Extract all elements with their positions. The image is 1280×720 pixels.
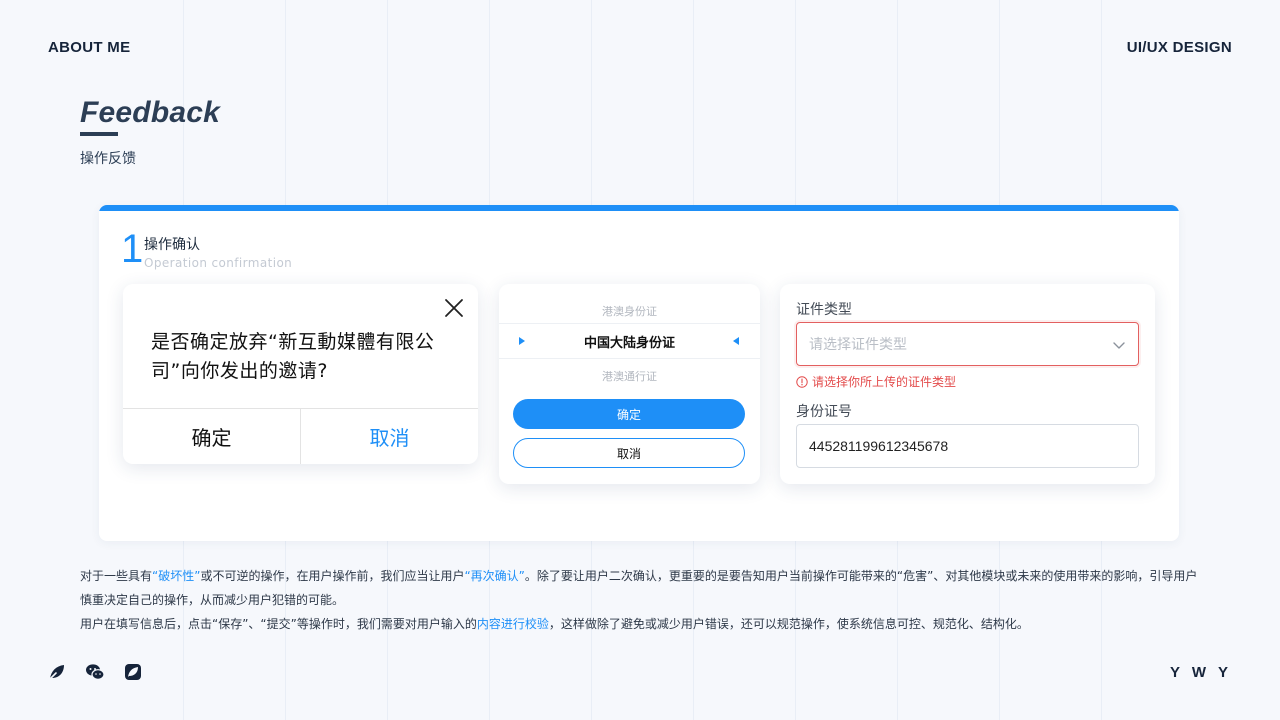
- id-type-picker: 港澳身份证 中国大陆身份证 港澳通行证 确定 取消: [499, 284, 760, 484]
- picker-cancel-button[interactable]: 取消: [513, 438, 745, 468]
- id-type-select[interactable]: 请选择证件类型: [796, 322, 1139, 366]
- id-type-placeholder: 请选择证件类型: [809, 337, 907, 353]
- social-links: [47, 662, 143, 682]
- card-accent-bar: [99, 205, 1179, 211]
- id-type-label: 证件类型: [796, 302, 852, 318]
- id-type-error: 请选择你所上传的证件类型: [796, 373, 956, 390]
- picker-selected-option[interactable]: 中国大陆身份证: [499, 323, 760, 359]
- wechat-icon[interactable]: [85, 662, 105, 682]
- desc-text: 用户在填写信息后，点击“保存”、“提交”等操作时，我们需要对用户输入的: [80, 617, 477, 631]
- leaf-badge-icon[interactable]: [123, 662, 143, 682]
- chevron-down-icon: [1113, 342, 1125, 349]
- picker-option[interactable]: 港澳通行证: [499, 368, 760, 384]
- desc-text: 对于一些具有: [80, 569, 153, 583]
- page-subtitle: 操作反馈: [80, 151, 136, 167]
- confirm-dialog: 是否确定放弃“新互動媒體有限公司”向你发出的邀请? 确定 取消: [123, 284, 478, 464]
- dialog-cancel-button[interactable]: 取消: [301, 409, 478, 464]
- desc-text: 或不可逆的操作，在用户操作前，我们应当让用户: [200, 569, 465, 583]
- description-paragraph: 对于一些具有“破坏性”或不可逆的操作，在用户操作前，我们应当让用户“再次确认”。…: [80, 564, 1200, 612]
- description-paragraph: 用户在填写信息后，点击“保存”、“提交”等操作时，我们需要对用户输入的内容进行校…: [80, 612, 1200, 636]
- close-icon[interactable]: [444, 298, 464, 318]
- caret-left-icon: [733, 337, 739, 345]
- desc-highlight: “破坏性”: [152, 569, 201, 583]
- desc-text: ，这样做除了避免或减少用户错误，还可以规范操作，使系统信息可控、规范化、结构化。: [548, 617, 1029, 631]
- dialog-confirm-button[interactable]: 确定: [123, 409, 301, 464]
- signature: Y W Y: [1170, 664, 1232, 681]
- title-underline: [80, 132, 118, 136]
- id-form: 证件类型 请选择证件类型 请选择你所上传的证件类型 身份证号: [780, 284, 1155, 484]
- page-title: Feedback: [80, 96, 220, 129]
- section-title: 操作确认: [144, 237, 200, 253]
- about-me-label: ABOUT ME: [48, 39, 131, 56]
- id-type-error-text: 请选择你所上传的证件类型: [812, 375, 957, 389]
- id-number-label: 身份证号: [796, 404, 852, 420]
- desc-highlight: “再次确认”: [464, 569, 525, 583]
- desc-highlight: 内容进行校验: [476, 617, 549, 631]
- id-number-input[interactable]: [796, 424, 1139, 468]
- description: 对于一些具有“破坏性”或不可逆的操作，在用户操作前，我们应当让用户“再次确认”。…: [80, 564, 1200, 636]
- picker-confirm-button[interactable]: 确定: [513, 399, 745, 429]
- dialog-message: 是否确定放弃“新互動媒體有限公司”向你发出的邀请?: [151, 331, 435, 382]
- section-subtitle: Operation confirmation: [144, 256, 293, 270]
- dialog-button-row: 确定 取消: [123, 408, 478, 464]
- section-number: 1: [121, 227, 144, 271]
- leaf-icon[interactable]: [47, 662, 67, 682]
- caret-right-icon: [519, 337, 525, 345]
- page-heading: Feedback 操作反馈: [80, 96, 220, 168]
- picker-option[interactable]: 港澳身份证: [499, 303, 760, 319]
- ui-ux-design-label: UI/UX DESIGN: [1126, 39, 1232, 56]
- picker-selected-label: 中国大陆身份证: [583, 335, 675, 351]
- error-icon: [796, 375, 808, 388]
